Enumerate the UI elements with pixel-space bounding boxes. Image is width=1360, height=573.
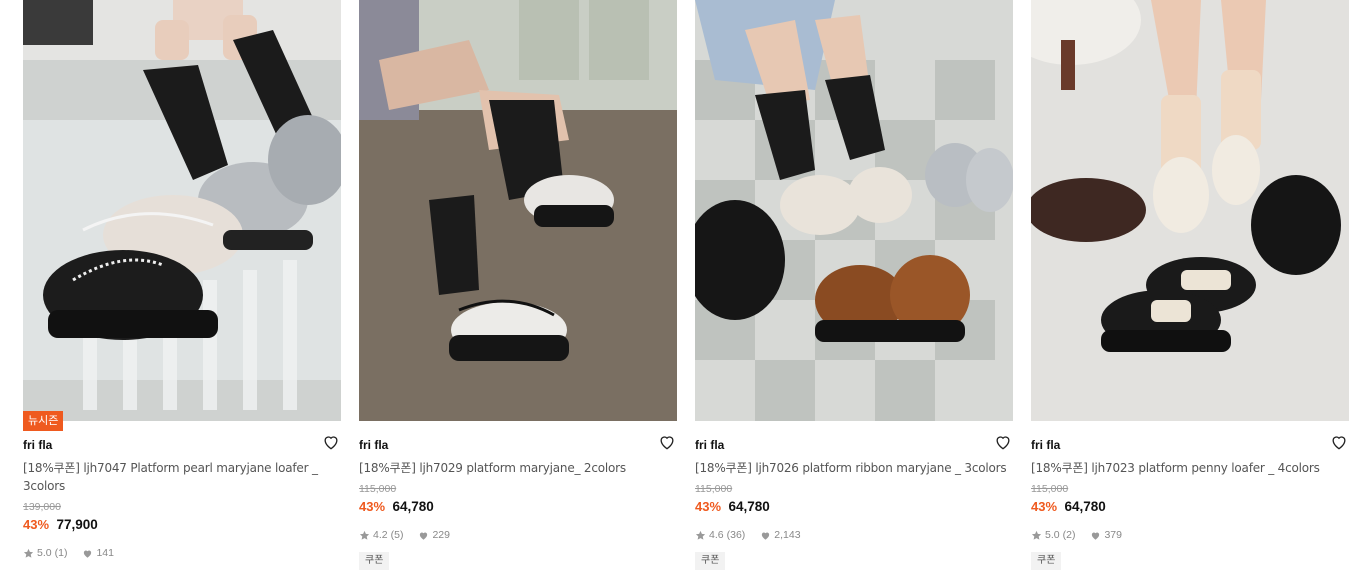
product-image[interactable] bbox=[1031, 0, 1349, 421]
original-price: 115,000 bbox=[1031, 483, 1069, 495]
star-icon bbox=[359, 530, 370, 541]
price-block: 139,000 43% 77,900 bbox=[23, 500, 341, 533]
price-block: 115,000 43% 64,780 bbox=[695, 482, 1013, 515]
heart-count-icon bbox=[760, 530, 771, 541]
review-meta: 5.0 (2) 379 bbox=[1031, 528, 1349, 542]
product-photo-icon bbox=[1031, 0, 1349, 421]
brand-name[interactable]: fri fla bbox=[1031, 438, 1060, 452]
product-photo-icon bbox=[695, 0, 1013, 421]
review-count: (2) bbox=[1062, 529, 1076, 541]
rating-value: 5.0 bbox=[37, 547, 52, 559]
heart-count-icon bbox=[418, 530, 429, 541]
star-icon bbox=[1031, 530, 1042, 541]
brand-row: fri fla bbox=[695, 436, 1013, 452]
sale-price: 64,780 bbox=[728, 499, 770, 514]
product-grid: 뉴시즌 fri fla [18%쿠폰] ljh7047 Platform pea… bbox=[0, 0, 1360, 573]
review-count: (36) bbox=[726, 529, 746, 541]
discount-rate: 43% bbox=[359, 499, 386, 514]
brand-name[interactable]: fri fla bbox=[695, 438, 724, 452]
like-count: 141 bbox=[96, 547, 114, 559]
wishlist-heart-icon[interactable] bbox=[657, 432, 677, 452]
review-meta: 4.2 (5) 229 bbox=[359, 528, 677, 542]
product-title[interactable]: [18%쿠폰] ljh7026 platform ribbon maryjane… bbox=[695, 459, 1013, 477]
wishlist-heart-icon[interactable] bbox=[993, 432, 1013, 452]
rating-value: 4.6 bbox=[709, 529, 724, 541]
original-price: 115,000 bbox=[695, 483, 733, 495]
product-title[interactable]: [18%쿠폰] ljh7023 platform penny loafer _ … bbox=[1031, 459, 1349, 477]
product-image[interactable] bbox=[23, 0, 341, 421]
star-icon bbox=[695, 530, 706, 541]
sale-price: 64,780 bbox=[392, 499, 434, 514]
discount-rate: 43% bbox=[1031, 499, 1058, 514]
product-card[interactable]: fri fla [18%쿠폰] ljh7023 platform penny l… bbox=[1031, 0, 1349, 573]
coupon-tag: 쿠폰 bbox=[695, 552, 726, 570]
product-photo-icon bbox=[359, 0, 677, 421]
product-card[interactable]: fri fla [18%쿠폰] ljh7029 platform maryjan… bbox=[359, 0, 677, 573]
sale-price: 77,900 bbox=[56, 517, 98, 532]
like-count: 229 bbox=[432, 529, 450, 541]
review-meta: 5.0 (1) 141 bbox=[23, 546, 341, 560]
rating-value: 5.0 bbox=[1045, 529, 1060, 541]
brand-name[interactable]: fri fla bbox=[23, 438, 52, 452]
review-meta: 4.6 (36) 2,143 bbox=[695, 528, 1013, 542]
product-photo-icon bbox=[23, 0, 341, 421]
price-block: 115,000 43% 64,780 bbox=[1031, 482, 1349, 515]
star-icon bbox=[23, 548, 34, 559]
coupon-tag: 쿠폰 bbox=[1031, 552, 1062, 570]
coupon-tag: 쿠폰 bbox=[359, 552, 390, 570]
brand-name[interactable]: fri fla bbox=[359, 438, 388, 452]
product-image[interactable] bbox=[695, 0, 1013, 421]
heart-count-icon bbox=[1090, 530, 1101, 541]
original-price: 139,000 bbox=[23, 501, 61, 513]
rating-value: 4.2 bbox=[373, 529, 388, 541]
like-count: 2,143 bbox=[774, 529, 801, 541]
brand-row: fri fla bbox=[1031, 436, 1349, 452]
wishlist-heart-icon[interactable] bbox=[321, 432, 341, 452]
review-count: (5) bbox=[390, 529, 404, 541]
brand-row: fri fla bbox=[23, 436, 341, 452]
heart-count-icon bbox=[82, 548, 93, 559]
like-count: 379 bbox=[1104, 529, 1122, 541]
discount-rate: 43% bbox=[23, 517, 50, 532]
brand-row: fri fla bbox=[359, 436, 677, 452]
sale-price: 64,780 bbox=[1064, 499, 1106, 514]
product-title[interactable]: [18%쿠폰] ljh7047 Platform pearl maryjane … bbox=[23, 459, 341, 495]
product-image[interactable] bbox=[359, 0, 677, 421]
product-title[interactable]: [18%쿠폰] ljh7029 platform maryjane_ 2colo… bbox=[359, 459, 677, 477]
discount-rate: 43% bbox=[695, 499, 722, 514]
review-count: (1) bbox=[54, 547, 68, 559]
original-price: 115,000 bbox=[359, 483, 397, 495]
price-block: 115,000 43% 64,780 bbox=[359, 482, 677, 515]
new-season-badge: 뉴시즌 bbox=[23, 411, 64, 431]
product-card[interactable]: 뉴시즌 fri fla [18%쿠폰] ljh7047 Platform pea… bbox=[23, 0, 341, 573]
wishlist-heart-icon[interactable] bbox=[1329, 432, 1349, 452]
product-card[interactable]: fri fla [18%쿠폰] ljh7026 platform ribbon … bbox=[695, 0, 1013, 573]
